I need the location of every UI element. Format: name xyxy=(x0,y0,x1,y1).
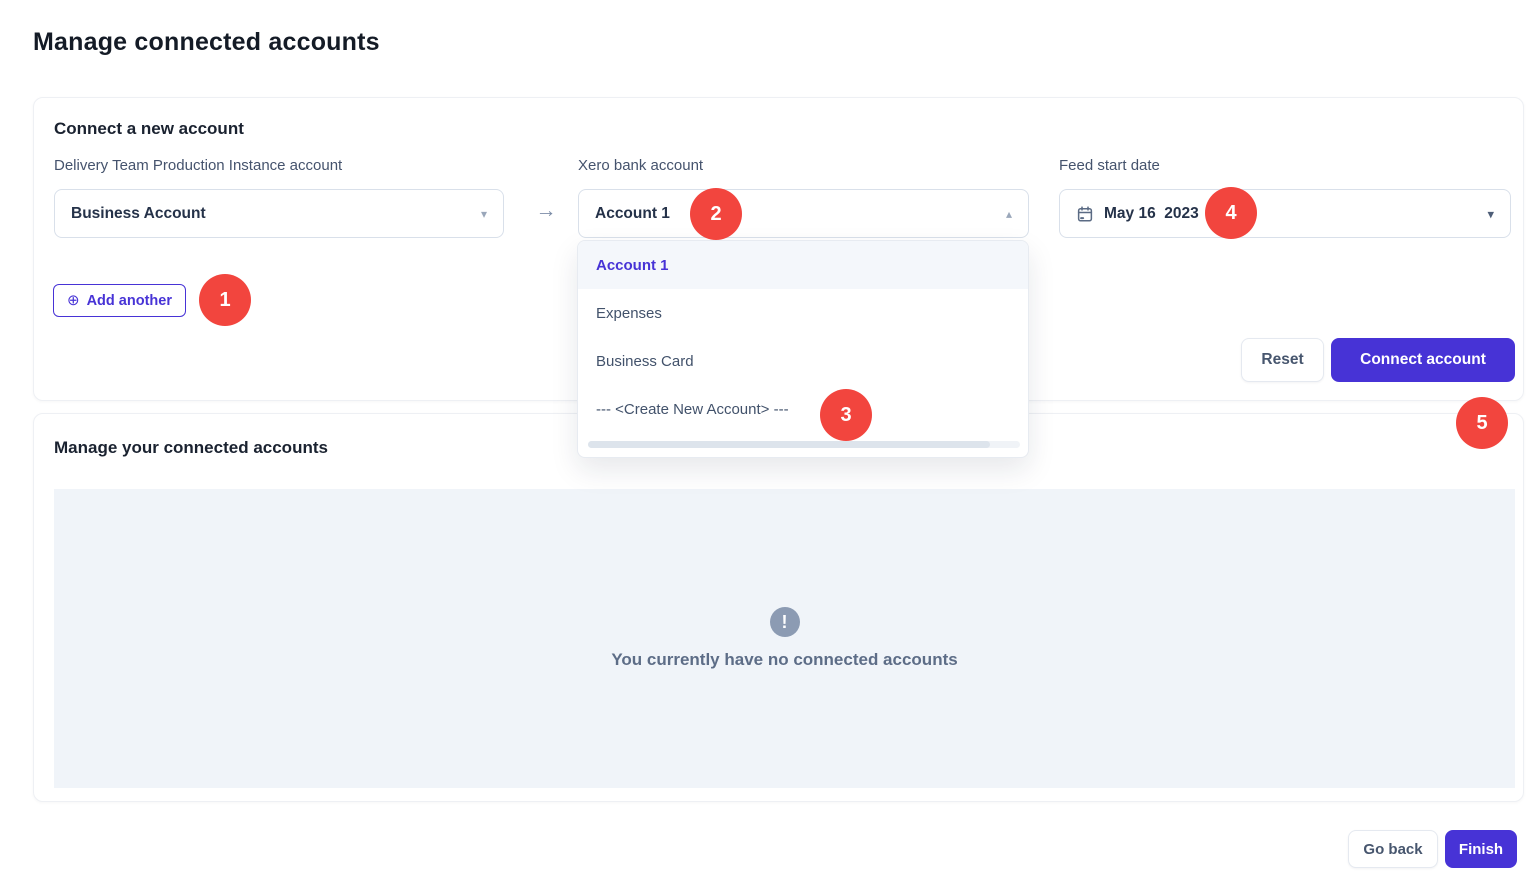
page-title: Manage connected accounts xyxy=(33,28,380,57)
dropdown-option-create-new-account[interactable]: --- <Create New Account> --- xyxy=(578,385,1028,433)
connect-card-title: Connect a new account xyxy=(54,119,244,139)
annotation-badge-2: 2 xyxy=(690,188,742,240)
annotation-badge-4: 4 xyxy=(1205,187,1257,239)
xero-account-value: Account 1 xyxy=(595,205,670,223)
chevron-up-icon: ▴ xyxy=(1006,208,1012,220)
feed-start-date-label: Feed start date xyxy=(1059,157,1160,174)
empty-accounts-message: You currently have no connected accounts xyxy=(611,650,957,670)
finish-button[interactable]: Finish xyxy=(1445,830,1517,868)
xero-account-dropdown-panel: Account 1 Expenses Business Card --- <Cr… xyxy=(577,240,1029,458)
alert-icon: ! xyxy=(770,607,800,637)
feed-start-date-select[interactable]: May 16 2023 ▾ xyxy=(1059,189,1511,238)
circle-plus-icon: ⊕ xyxy=(67,293,80,308)
source-account-value: Business Account xyxy=(71,205,206,223)
manage-connected-accounts-page: Manage connected accounts Connect a new … xyxy=(0,0,1538,884)
empty-accounts-panel: ! You currently have no connected accoun… xyxy=(54,489,1515,788)
manage-card-title: Manage your connected accounts xyxy=(54,438,328,458)
dropdown-option-expenses[interactable]: Expenses xyxy=(578,289,1028,337)
chevron-down-icon: ▾ xyxy=(481,208,487,220)
go-back-button[interactable]: Go back xyxy=(1348,830,1438,868)
dropdown-scrollbar-thumb[interactable] xyxy=(588,441,990,448)
annotation-badge-3: 3 xyxy=(820,389,872,441)
manage-accounts-card: Manage your connected accounts ! You cur… xyxy=(33,413,1524,802)
source-account-label: Delivery Team Production Instance accoun… xyxy=(54,157,342,174)
connect-account-button[interactable]: Connect account xyxy=(1331,338,1515,382)
source-account-select[interactable]: Business Account ▾ xyxy=(54,189,504,238)
annotation-badge-5: 5 xyxy=(1456,397,1508,449)
dropdown-option-business-card[interactable]: Business Card xyxy=(578,337,1028,385)
xero-account-label: Xero bank account xyxy=(578,157,703,174)
dropdown-option-account-1[interactable]: Account 1 xyxy=(578,241,1028,289)
xero-account-select[interactable]: Account 1 ▴ xyxy=(578,189,1029,238)
reset-button[interactable]: Reset xyxy=(1241,338,1324,382)
chevron-down-icon: ▾ xyxy=(1487,207,1494,220)
arrow-right-icon: → xyxy=(531,199,561,223)
add-another-label: Add another xyxy=(87,293,172,309)
dropdown-horizontal-scrollbar[interactable] xyxy=(588,441,1020,448)
add-another-button[interactable]: ⊕ Add another xyxy=(53,284,186,317)
annotation-badge-1: 1 xyxy=(199,274,251,326)
feed-start-date-value: May 16 2023 xyxy=(1104,205,1199,223)
calendar-icon xyxy=(1076,205,1094,223)
